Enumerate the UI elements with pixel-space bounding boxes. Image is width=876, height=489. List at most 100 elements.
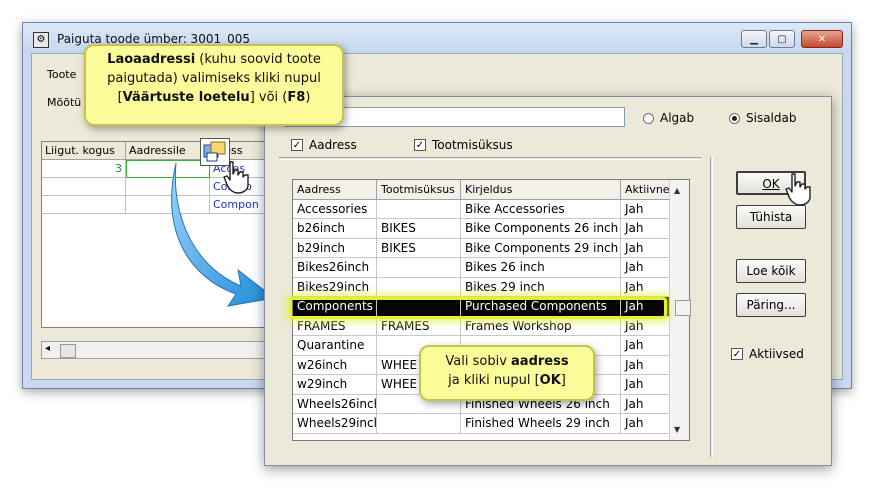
- aadress-cell: Bikes29inch: [293, 277, 377, 297]
- scroll-up-icon[interactable]: ▲: [674, 186, 680, 195]
- radio-algab-label: Algab: [660, 111, 695, 125]
- address-table: Aadress Tootmisüksus Kirjeldus Aktiivne …: [292, 179, 690, 441]
- minimize-icon[interactable]: ▁: [741, 30, 767, 48]
- table-row[interactable]: Bikes26inch Bikes 26 inch Jah: [293, 258, 671, 278]
- kirjeldus-cell: Bikes 29 inch: [461, 277, 621, 297]
- tootmisuksus-cell: BIKES: [377, 219, 461, 239]
- aktiivne-cell: Jah: [621, 316, 671, 336]
- callout-bold-text: aadress: [511, 354, 569, 369]
- callout-text: ): [305, 90, 311, 105]
- load-all-button[interactable]: Loe kõik: [736, 259, 806, 283]
- ok-button-label: OK: [762, 177, 780, 191]
- aktiivne-cell: Jah: [621, 355, 671, 375]
- aktiivne-cell: Jah: [621, 375, 671, 395]
- cancel-button[interactable]: Tühista: [736, 205, 806, 229]
- horizontal-scrollbar[interactable]: ◂: [41, 341, 281, 359]
- checkbox-tootmisuksus-label: Tootmisüksus: [432, 138, 513, 152]
- aadress-cell: w26inch: [293, 355, 377, 375]
- close-icon[interactable]: ✕: [801, 30, 843, 48]
- tootmisuksus-cell: [377, 297, 461, 317]
- tootmisuksus-cell: [377, 277, 461, 297]
- maximize-icon[interactable]: ▢: [769, 30, 795, 48]
- table-row[interactable]: b26inch BIKES Bike Components 26 inch Jah: [293, 219, 671, 239]
- tootmisuksus-cell: BIKES: [377, 238, 461, 258]
- table-row[interactable]: Accessories Bike Accessories Jah: [293, 199, 671, 219]
- aktiivne-cell: Jah: [621, 199, 671, 219]
- divider: [279, 157, 701, 160]
- col-header-aadress[interactable]: Aadress: [293, 180, 377, 200]
- radio-sisaldab-label: Sisaldab: [746, 111, 797, 125]
- scroll-thumb[interactable]: [60, 344, 76, 358]
- instruction-callout-bottom: Vali sobiv aadress ja kliki nupul [OK]: [419, 345, 595, 401]
- checkbox-aadress[interactable]: ✓ Aadress: [291, 138, 357, 152]
- hand-cursor-icon: [785, 173, 811, 206]
- tootmisuksus-cell: FRAMES: [377, 316, 461, 336]
- app-icon: ⚙: [33, 32, 49, 48]
- aadress-cell: b26inch: [293, 219, 377, 239]
- checkbox-tootmisuksus[interactable]: ✓ Tootmisüksus: [414, 138, 513, 152]
- value-list-dialog: Algab Sisaldab ✓ Aadress ✓ Tootmisüksus …: [264, 96, 832, 466]
- label-mootu: Mõõtü: [47, 96, 82, 109]
- radio-dot[interactable]: [643, 112, 654, 124]
- aadress-cell: Components: [293, 297, 377, 317]
- tootmisuksus-cell: [377, 258, 461, 278]
- col-header-kirjeldus[interactable]: Kirjeldus: [461, 180, 621, 200]
- aktiivne-cell: Jah: [621, 297, 671, 317]
- checkbox-checked-icon[interactable]: ✓: [731, 348, 743, 360]
- aktiivne-cell: Jah: [621, 394, 671, 414]
- instruction-callout-top: Laoaadressi (kuhu soovid toote paigutada…: [84, 44, 344, 126]
- callout-text: või (: [254, 90, 288, 105]
- tootmisuksus-cell: [377, 199, 461, 219]
- quantity-cell[interactable]: 3: [42, 160, 126, 178]
- scroll-down-icon[interactable]: ▼: [674, 425, 680, 434]
- callout-bold-text: Väärtuste loetelu: [122, 90, 250, 105]
- checkbox-aktiivsed[interactable]: ✓ Aktiivsed: [731, 347, 804, 361]
- aadress-cell: Bikes26inch: [293, 258, 377, 278]
- aadress-cell: Wheels29inch: [293, 414, 377, 434]
- kirjeldus-cell: Finished Wheels 29 inch: [461, 414, 621, 434]
- col-header-tootmisuksus[interactable]: Tootmisüksus: [377, 180, 461, 200]
- table-row[interactable]: FRAMES FRAMES Frames Workshop Jah: [293, 316, 671, 336]
- aadress-cell: b29inch: [293, 238, 377, 258]
- kirjeldus-cell: Frames Workshop: [461, 316, 621, 336]
- query-button-label: Päring...: [746, 298, 796, 312]
- checkbox-aktiivsed-label: Aktiivsed: [749, 347, 804, 361]
- scroll-left-icon[interactable]: ◂: [45, 343, 50, 354]
- row-indicator: [675, 300, 691, 316]
- query-button[interactable]: Päring...: [736, 293, 806, 317]
- callout-text: ]: [560, 373, 566, 388]
- callout-bold-text: F8: [287, 90, 306, 105]
- table-row-selected[interactable]: Components Purchased Components Jah: [293, 297, 671, 317]
- callout-bold-text: Laoaadressi: [107, 52, 196, 67]
- kirjeldus-cell: Purchased Components: [461, 297, 621, 317]
- hand-cursor-icon: [223, 161, 249, 194]
- callout-bold-text: OK: [539, 373, 561, 388]
- kirjeldus-cell: Bike Components 29 inch: [461, 238, 621, 258]
- radio-algab[interactable]: Algab: [643, 111, 694, 125]
- table-row[interactable]: Bikes29inch Bikes 29 inch Jah: [293, 277, 671, 297]
- aadress-cell: Accessories: [293, 199, 377, 219]
- aktiivne-cell: Jah: [621, 258, 671, 278]
- table-row[interactable]: b29inch BIKES Bike Components 29 inch Jah: [293, 238, 671, 258]
- aadress-cell: FRAMES: [293, 316, 377, 336]
- col-header-quantity: Liigut. kogus: [42, 142, 126, 160]
- radio-dot-selected[interactable]: [729, 112, 740, 124]
- checkbox-checked-icon[interactable]: ✓: [414, 139, 426, 151]
- label-toote: Toote: [47, 68, 77, 81]
- tootmisuksus-cell: [377, 414, 461, 434]
- kirjeldus-cell: Bikes 26 inch: [461, 258, 621, 278]
- kirjeldus-cell: Bike Components 26 inch: [461, 219, 621, 239]
- aktiivne-cell: Jah: [621, 277, 671, 297]
- aadress-cell: Wheels26inch: [293, 394, 377, 414]
- load-all-button-label: Loe kõik: [746, 264, 796, 278]
- aktiivne-cell: Jah: [621, 414, 671, 434]
- checkbox-aadress-label: Aadress: [309, 138, 357, 152]
- table-header: Aadress Tootmisüksus Kirjeldus Aktiivne: [293, 180, 671, 200]
- cancel-button-label: Tühista: [749, 210, 793, 224]
- aktiivne-cell: Jah: [621, 238, 671, 258]
- checkbox-checked-icon[interactable]: ✓: [291, 139, 303, 151]
- kirjeldus-cell: Bike Accessories: [461, 199, 621, 219]
- table-row[interactable]: Wheels29inch Finished Wheels 29 inch Jah: [293, 414, 671, 434]
- col-header-aktiivne[interactable]: Aktiivne: [621, 180, 671, 200]
- radio-sisaldab[interactable]: Sisaldab: [729, 111, 796, 125]
